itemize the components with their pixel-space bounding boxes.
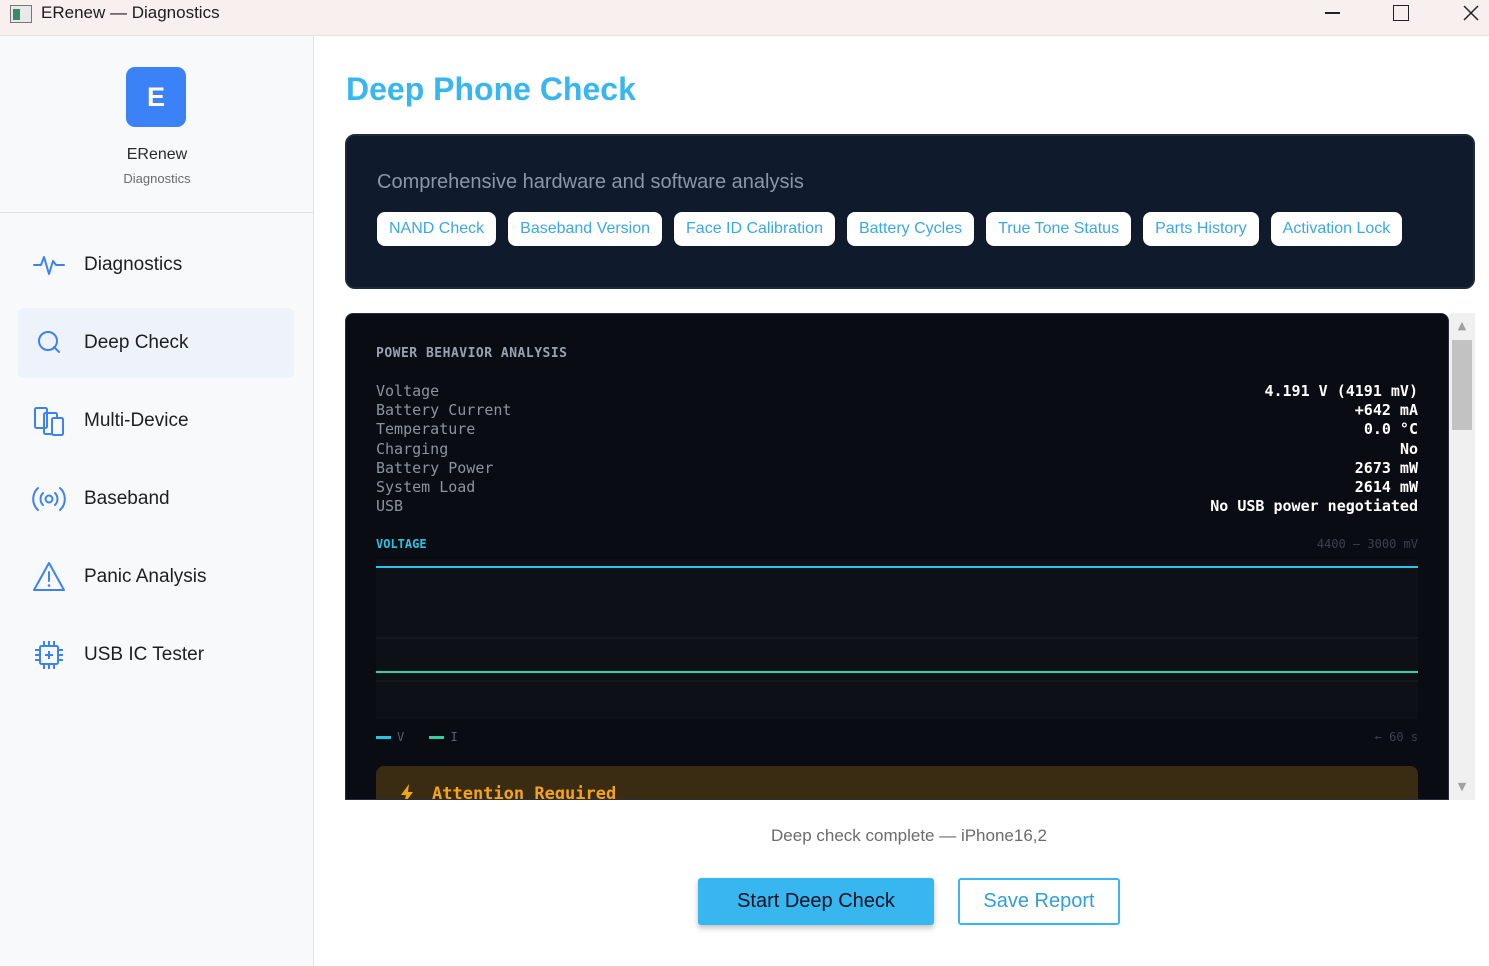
chip-true-tone-status[interactable]: True Tone Status	[986, 212, 1132, 246]
title-bar: ERenew — Diagnostics	[0, 0, 1489, 36]
brand-subtitle: Diagnostics	[123, 171, 191, 186]
chip-nand-check[interactable]: NAND Check	[377, 212, 497, 246]
legend-item-voltage: V	[376, 730, 404, 744]
metric-label: Battery Current	[376, 401, 512, 420]
chip-activation-lock[interactable]: Activation Lock	[1270, 212, 1403, 246]
sidebar-item-label: Baseband	[84, 488, 170, 509]
attention-title: Attention Required	[432, 784, 617, 800]
attention-banner: Attention Required	[376, 766, 1418, 800]
metric-label: Battery Power	[376, 458, 494, 477]
metric-label: System Load	[376, 477, 476, 496]
power-section-title: POWER BEHAVIOR ANALYSIS	[376, 346, 568, 361]
sidebar-item-label: Multi-Device	[84, 410, 189, 431]
maximize-icon[interactable]	[1377, 0, 1423, 28]
minimize-icon[interactable]	[1310, 0, 1356, 28]
brand-name: ERenew	[126, 146, 188, 163]
scroll-thumb[interactable]	[1452, 340, 1472, 430]
metric-value: 0.0 °C	[1363, 420, 1418, 439]
scroll-up-arrow-icon[interactable]: ▲	[1449, 315, 1475, 337]
metric-label: Temperature	[376, 420, 476, 439]
voltage-chart-title: VOLTAGE	[376, 537, 427, 551]
voltage-chart	[376, 559, 1418, 719]
hero-subtitle: Comprehensive hardware and software anal…	[377, 171, 804, 193]
chip-parts-history[interactable]: Parts History	[1143, 212, 1259, 246]
hero-card: Comprehensive hardware and software anal…	[345, 134, 1475, 289]
power-metrics: Voltage 4.191 V (4191 mV) Battery Curren…	[376, 382, 1418, 516]
broadcast-signal-icon	[32, 487, 66, 511]
metric-value: 4.191 V (4191 mV)	[1264, 382, 1418, 400]
status-message: Deep check complete — iPhone16,2	[771, 826, 1047, 845]
brand-logo: E	[126, 67, 186, 127]
page-title: Deep Phone Check	[346, 71, 636, 107]
legend-label: I	[450, 730, 458, 744]
metric-row: Battery Current +642 mA	[376, 401, 1418, 420]
panel-scrollbar[interactable]: ▲ ▼	[1449, 313, 1475, 800]
save-report-button[interactable]: Save Report	[958, 878, 1120, 925]
search-icon	[38, 331, 60, 353]
sidebar-item-label: Diagnostics	[84, 254, 183, 275]
chart-background	[376, 559, 1418, 719]
metric-value: +642 mA	[1354, 401, 1418, 420]
sidebar-divider	[0, 212, 313, 213]
metric-label: Charging	[376, 439, 449, 458]
chart-legend: V I	[376, 730, 476, 744]
sidebar-item-deep-check[interactable]: Deep Check	[18, 308, 294, 378]
chip-face-id-calibration[interactable]: Face ID Calibration	[674, 212, 835, 246]
metric-value: No USB power negotiated	[1210, 497, 1418, 516]
close-icon[interactable]	[1448, 0, 1489, 28]
window-title: ERenew — Diagnostics	[41, 3, 220, 22]
metric-value: 2614 mW	[1354, 477, 1418, 496]
chip-icon	[35, 641, 63, 669]
warning-triangle-icon	[33, 562, 65, 591]
app-icon	[10, 5, 32, 23]
legend-swatch	[429, 736, 445, 739]
metric-row: Voltage 4.191 V (4191 mV)	[376, 382, 1418, 401]
metric-row: Charging No	[376, 440, 1418, 459]
sidebar: E ERenew Diagnostics Diagnostics Deep Ch…	[0, 36, 314, 966]
chip-battery-cycles[interactable]: Battery Cycles	[846, 212, 975, 246]
feature-chips: NAND Check Baseband Version Face ID Cali…	[377, 212, 1403, 246]
lightning-icon	[401, 784, 413, 799]
main-content: Deep Phone Check Comprehensive hardware …	[314, 36, 1489, 966]
legend-label: V	[397, 730, 405, 744]
sidebar-item-panic-analysis[interactable]: Panic Analysis	[18, 542, 294, 612]
metric-row: Temperature 0.0 °C	[376, 420, 1418, 439]
power-analysis-panel[interactable]: POWER BEHAVIOR ANALYSIS Voltage 4.191 V …	[345, 313, 1449, 800]
chip-baseband-version[interactable]: Baseband Version	[508, 212, 663, 246]
sidebar-item-baseband[interactable]: Baseband	[18, 464, 294, 534]
scroll-down-arrow-icon[interactable]: ▼	[1449, 776, 1475, 798]
metric-label: USB	[376, 497, 404, 516]
metric-row: USB No USB power negotiated	[376, 497, 1418, 516]
metric-label: Voltage	[376, 382, 440, 400]
metric-row: System Load 2614 mW	[376, 478, 1418, 497]
devices-icon	[34, 407, 64, 436]
sidebar-item-multi-device[interactable]: Multi-Device	[18, 386, 294, 456]
sidebar-item-label: Panic Analysis	[84, 566, 207, 587]
sidebar-item-diagnostics[interactable]: Diagnostics	[18, 230, 294, 300]
metric-row: Battery Power 2673 mW	[376, 459, 1418, 478]
sidebar-item-label: Deep Check	[84, 332, 189, 353]
start-deep-check-button[interactable]: Start Deep Check	[698, 878, 934, 925]
legend-item-current: I	[429, 730, 458, 744]
activity-pulse-icon	[33, 256, 65, 275]
metric-value: 2673 mW	[1354, 458, 1418, 477]
sidebar-item-usb-ic-tester[interactable]: USB IC Tester	[18, 620, 294, 690]
legend-swatch	[376, 736, 391, 739]
sidebar-item-label: USB IC Tester	[84, 644, 205, 665]
voltage-chart-range: 4400 — 3000 mV	[1316, 537, 1418, 551]
chart-time-window: ← 60 s	[1374, 730, 1418, 744]
metric-value: No	[1399, 439, 1418, 458]
